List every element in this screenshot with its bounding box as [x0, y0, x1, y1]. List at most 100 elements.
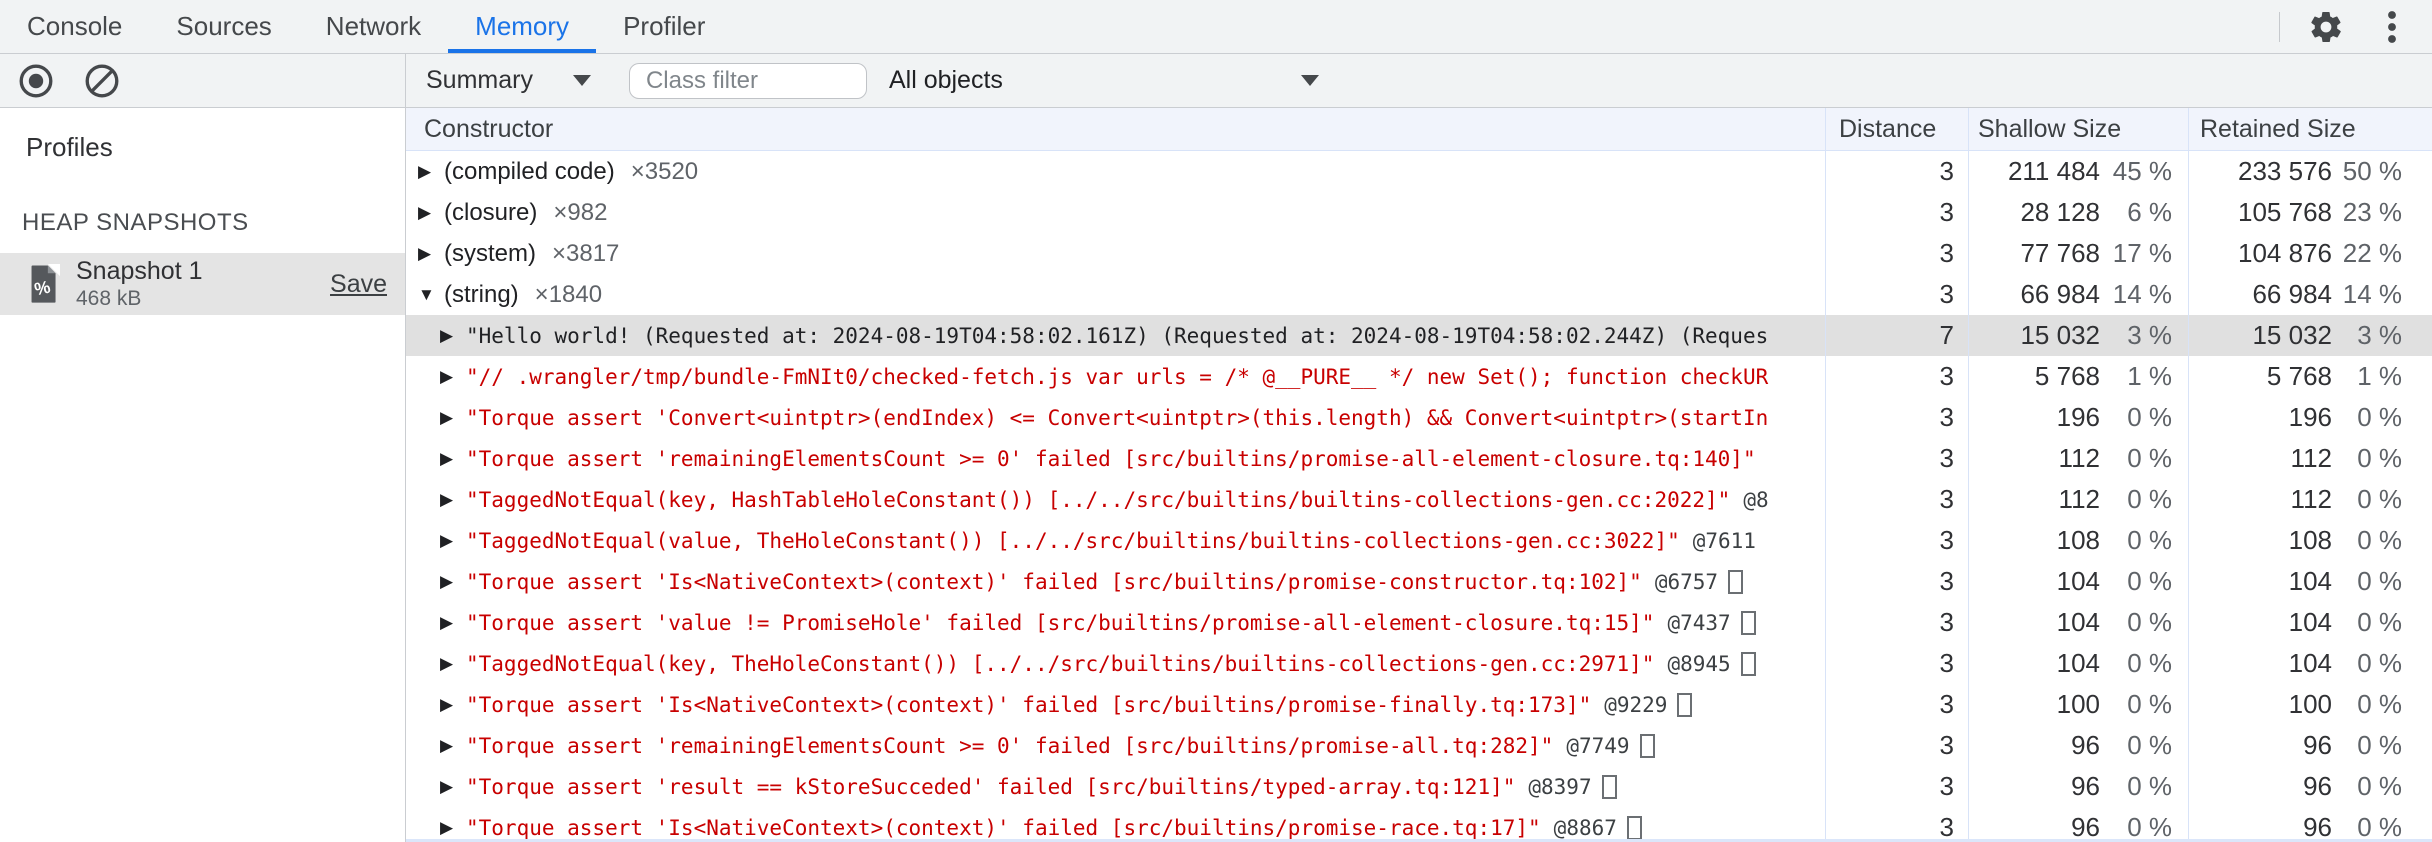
expander-icon[interactable]: ▶ [440, 367, 466, 387]
table-row[interactable]: ▶ "Torque assert 'remainingElementsCount… [406, 725, 2432, 766]
retained-size-percent: 0 % [2357, 402, 2402, 432]
retained-size-cell: 104 876 22 % [2188, 238, 2432, 269]
constructor-cell[interactable]: ▶ "Torque assert 'result == kStoreSucced… [406, 774, 1825, 799]
constructor-cell[interactable]: ▶ "TaggedNotEqual(value, TheHoleConstant… [406, 529, 1825, 553]
column-header-distance[interactable]: Distance [1825, 115, 1968, 144]
object-scope-select[interactable]: All objects [889, 66, 1319, 95]
expander-icon[interactable]: ▶ [440, 613, 466, 633]
object-id: @9229 [1604, 692, 1668, 717]
record-heap-snapshot-icon[interactable] [16, 61, 56, 101]
constructor-name: "Torque assert 'value != PromiseHole' fa… [466, 610, 1655, 635]
expander-icon[interactable]: ▶ [418, 203, 444, 223]
expander-icon[interactable]: ▶ [440, 736, 466, 756]
column-header-retained-size[interactable]: Retained Size [2188, 115, 2432, 144]
expander-icon[interactable]: ▶ [440, 449, 466, 469]
constructor-cell[interactable]: ▶ (compiled code) ×3520 [406, 158, 1825, 186]
unknown-glyph-icon [1639, 733, 1655, 758]
expander-icon[interactable]: ▼ [418, 285, 444, 305]
retained-size-cell: 108 0 % [2188, 525, 2432, 556]
heap-snapshots-section-title: HEAP SNAPSHOTS [22, 209, 249, 236]
constructor-cell[interactable]: ▼ (string) ×1840 [406, 281, 1825, 309]
settings-gear-icon[interactable] [2306, 7, 2346, 47]
tab-profiler[interactable]: Profiler [596, 0, 732, 53]
table-row[interactable]: ▶ "Torque assert 'Convert<uintptr>(endIn… [406, 397, 2432, 438]
retained-size-cell: 5 768 1 % [2188, 361, 2432, 392]
table-row[interactable]: ▶ "TaggedNotEqual(key, TheHoleConstant()… [406, 643, 2432, 684]
table-row[interactable]: ▶ (system) ×3817 3 77 768 17 % 104 876 2… [406, 233, 2432, 274]
class-filter-input[interactable] [628, 62, 867, 99]
perspective-select[interactable]: Summary [426, 66, 591, 95]
table-row[interactable]: ▶ "TaggedNotEqual(value, TheHoleConstant… [406, 520, 2432, 561]
table-row[interactable]: ▶ "Torque assert 'remainingElementsCount… [406, 438, 2432, 479]
constructor-cell[interactable]: ▶ "Torque assert 'Convert<uintptr>(endIn… [406, 406, 1825, 430]
object-id: @8945 [1667, 651, 1731, 676]
column-header-constructor[interactable]: Constructor [406, 115, 1825, 144]
expander-icon[interactable]: ▶ [440, 326, 466, 346]
more-options-kebab-icon[interactable] [2372, 7, 2412, 47]
table-row[interactable]: ▶ "Torque assert 'Is<NativeContext>(cont… [406, 684, 2432, 725]
table-row[interactable]: ▶ "// .wrangler/tmp/bundle-FmNIt0/checke… [406, 356, 2432, 397]
retained-size-cell: 66 984 14 % [2188, 279, 2432, 310]
table-row[interactable]: ▶ "Torque assert 'Is<NativeContext>(cont… [406, 561, 2432, 602]
column-divider[interactable] [1968, 108, 1969, 842]
distance-cell: 3 [1939, 402, 1954, 432]
shallow-size-percent: 0 % [2127, 689, 2172, 719]
table-row[interactable]: ▼ (string) ×1840 3 66 984 14 % 66 984 14… [406, 274, 2432, 315]
constructor-cell[interactable]: ▶ "// .wrangler/tmp/bundle-FmNIt0/checke… [406, 365, 1825, 389]
expander-icon[interactable]: ▶ [418, 162, 444, 182]
expander-icon[interactable]: ▶ [440, 490, 466, 510]
table-row[interactable]: ▶ "Hello world! (Requested at: 2024-08-1… [406, 315, 2432, 356]
table-row[interactable]: ▶ "Torque assert 'value != PromiseHole' … [406, 602, 2432, 643]
expander-icon[interactable]: ▶ [440, 695, 466, 715]
constructor-cell[interactable]: ▶ "Torque assert 'Is<NativeContext>(cont… [406, 569, 1825, 594]
shallow-size-value: 104 [2056, 648, 2100, 678]
column-divider[interactable] [2188, 108, 2189, 842]
expander-icon[interactable]: ▶ [440, 572, 466, 592]
distance-cell: 3 [1939, 361, 1954, 391]
sidebar-item-snapshot-1[interactable]: % Snapshot 1 468 kB Save [0, 253, 405, 315]
shallow-size-cell: 211 484 45 % [1968, 156, 2188, 187]
constructor-cell[interactable]: ▶ "Torque assert 'Is<NativeContext>(cont… [406, 815, 1825, 840]
shallow-size-percent: 0 % [2127, 402, 2172, 432]
heap-snapshot-icon: % [31, 264, 60, 303]
constructor-cell[interactable]: ▶ (system) ×3817 [406, 240, 1825, 268]
constructor-name: "Hello world! (Requested at: 2024-08-19T… [466, 323, 1769, 348]
constructor-cell[interactable]: ▶ "Hello world! (Requested at: 2024-08-1… [406, 324, 1825, 348]
table-row[interactable]: ▶ "Torque assert 'result == kStoreSucced… [406, 766, 2432, 807]
constructor-cell[interactable]: ▶ "Torque assert 'Is<NativeContext>(cont… [406, 692, 1825, 717]
constructor-cell[interactable]: ▶ "Torque assert 'value != PromiseHole' … [406, 610, 1825, 635]
tab-memory[interactable]: Memory [448, 0, 596, 53]
shallow-size-value: 96 [2071, 771, 2100, 801]
memory-toolbar: Summary All objects [0, 54, 2432, 108]
save-snapshot-link[interactable]: Save [330, 270, 387, 299]
constructor-cell[interactable]: ▶ "Torque assert 'remainingElementsCount… [406, 447, 1825, 471]
table-row[interactable]: ▶ (compiled code) ×3520 3 211 484 45 % 2… [406, 151, 2432, 192]
constructor-cell[interactable]: ▶ "TaggedNotEqual(key, HashTableHoleCons… [406, 488, 1825, 512]
column-divider[interactable] [1825, 108, 1826, 842]
table-row[interactable]: ▶ (closure) ×982 3 28 128 6 % 105 768 23… [406, 192, 2432, 233]
table-row[interactable]: ▶ "TaggedNotEqual(key, HashTableHoleCons… [406, 479, 2432, 520]
shallow-size-cell: 96 0 % [1968, 730, 2188, 761]
tab-network[interactable]: Network [299, 0, 448, 53]
clear-profiles-icon[interactable] [82, 61, 122, 101]
tab-sources[interactable]: Sources [149, 0, 298, 53]
constructor-cell[interactable]: ▶ "Torque assert 'remainingElementsCount… [406, 733, 1825, 758]
table-row[interactable]: ▶ "Torque assert 'Is<NativeContext>(cont… [406, 807, 2432, 842]
retained-size-value: 96 [2303, 771, 2332, 801]
expander-icon[interactable]: ▶ [440, 408, 466, 428]
expander-icon[interactable]: ▶ [440, 531, 466, 551]
expander-icon[interactable]: ▶ [440, 818, 466, 838]
constructor-name: "Torque assert 'Convert<uintptr>(endInde… [466, 405, 1769, 430]
constructor-cell[interactable]: ▶ "TaggedNotEqual(key, TheHoleConstant()… [406, 651, 1825, 676]
object-id: @8 [1743, 487, 1769, 512]
constructor-cell[interactable]: ▶ (closure) ×982 [406, 199, 1825, 227]
object-id: @8397 [1528, 774, 1592, 799]
retained-size-value: 66 984 [2252, 279, 2332, 309]
distance-cell: 3 [1939, 197, 1954, 227]
tab-console[interactable]: Console [0, 0, 149, 53]
shallow-size-cell: 196 0 % [1968, 402, 2188, 433]
expander-icon[interactable]: ▶ [440, 654, 466, 674]
expander-icon[interactable]: ▶ [440, 777, 466, 797]
column-header-shallow-size[interactable]: Shallow Size [1968, 115, 2188, 144]
expander-icon[interactable]: ▶ [418, 244, 444, 264]
